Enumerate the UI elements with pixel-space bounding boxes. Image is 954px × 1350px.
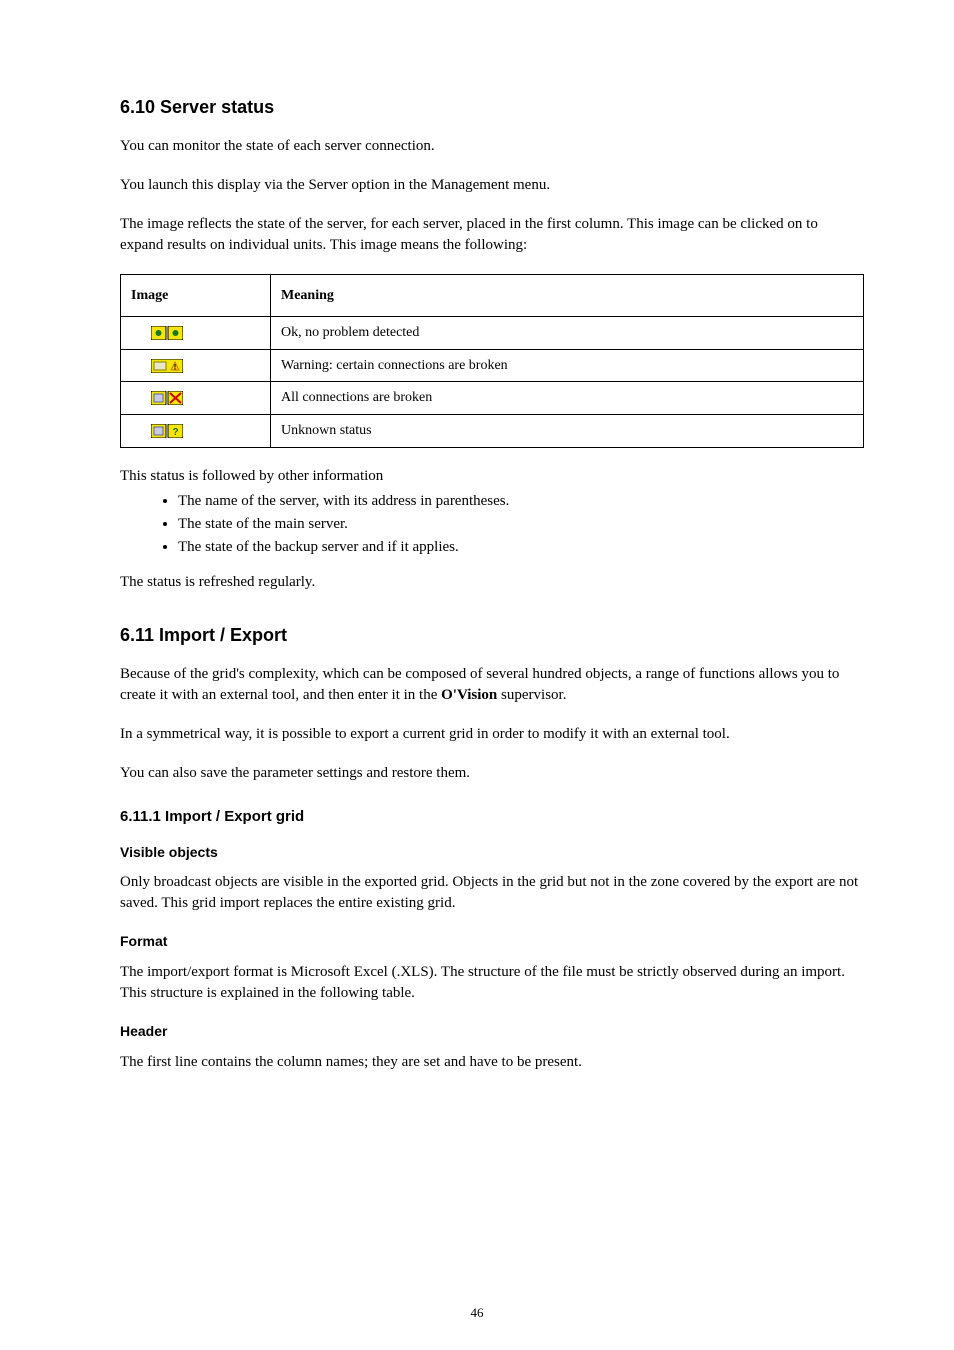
table-row: Warning: certain connections are broken bbox=[121, 349, 864, 382]
paragraph: This status is followed by other informa… bbox=[120, 466, 864, 487]
paragraph: The image reflects the state of the serv… bbox=[120, 214, 864, 256]
status-followup-list: The name of the server, with its address… bbox=[178, 491, 864, 558]
section-heading-server-status: 6.10 Server status bbox=[120, 95, 864, 120]
cell-meaning: Ok, no problem detected bbox=[271, 317, 864, 350]
run-heading-visible-objects: Visible objects bbox=[120, 843, 864, 863]
paragraph: Only broadcast objects are visible in th… bbox=[120, 872, 864, 914]
col-header-image: Image bbox=[121, 275, 271, 317]
server-status-table: Image Meaning Ok, no problem detected bbox=[120, 274, 864, 447]
section-heading-import-export: 6.11 Import / Export bbox=[120, 623, 864, 648]
list-item: The state of the main server. bbox=[178, 514, 864, 535]
svg-text:?: ? bbox=[172, 427, 178, 438]
table-header-row: Image Meaning bbox=[121, 275, 864, 317]
cell-meaning: Unknown status bbox=[271, 414, 864, 447]
paragraph: You launch this display via the Server o… bbox=[120, 175, 864, 196]
paragraph: Because of the grid's complexity, which … bbox=[120, 664, 864, 706]
cell-meaning: Warning: certain connections are broken bbox=[271, 349, 864, 382]
paragraph: The first line contains the column names… bbox=[120, 1052, 864, 1073]
list-item: The name of the server, with its address… bbox=[178, 491, 864, 512]
table-row: All connections are broken bbox=[121, 382, 864, 415]
cell-meaning: All connections are broken bbox=[271, 382, 864, 415]
run-heading-format: Format bbox=[120, 932, 864, 952]
paragraph: The import/export format is Microsoft Ex… bbox=[120, 962, 864, 1004]
paragraph: You can also save the parameter settings… bbox=[120, 763, 864, 784]
product-name: O'Vision bbox=[441, 687, 497, 703]
col-header-meaning: Meaning bbox=[271, 275, 864, 317]
table-row: ? Unknown status bbox=[121, 414, 864, 447]
paragraph: The status is refreshed regularly. bbox=[120, 572, 864, 593]
page-number: 46 bbox=[0, 1304, 954, 1322]
table-row: Ok, no problem detected bbox=[121, 317, 864, 350]
text-run: supervisor. bbox=[497, 687, 566, 703]
paragraph: You can monitor the state of each server… bbox=[120, 136, 864, 157]
list-item: The state of the backup server and if it… bbox=[178, 537, 864, 558]
fail-icon bbox=[151, 391, 183, 405]
warn-icon bbox=[151, 359, 183, 373]
subsection-heading-import-export-grid: 6.11.1 Import / Export grid bbox=[120, 806, 864, 827]
run-heading-header: Header bbox=[120, 1022, 864, 1042]
ok-pair-icon bbox=[151, 326, 183, 340]
unknown-icon: ? bbox=[151, 424, 183, 438]
paragraph: In a symmetrical way, it is possible to … bbox=[120, 724, 864, 745]
